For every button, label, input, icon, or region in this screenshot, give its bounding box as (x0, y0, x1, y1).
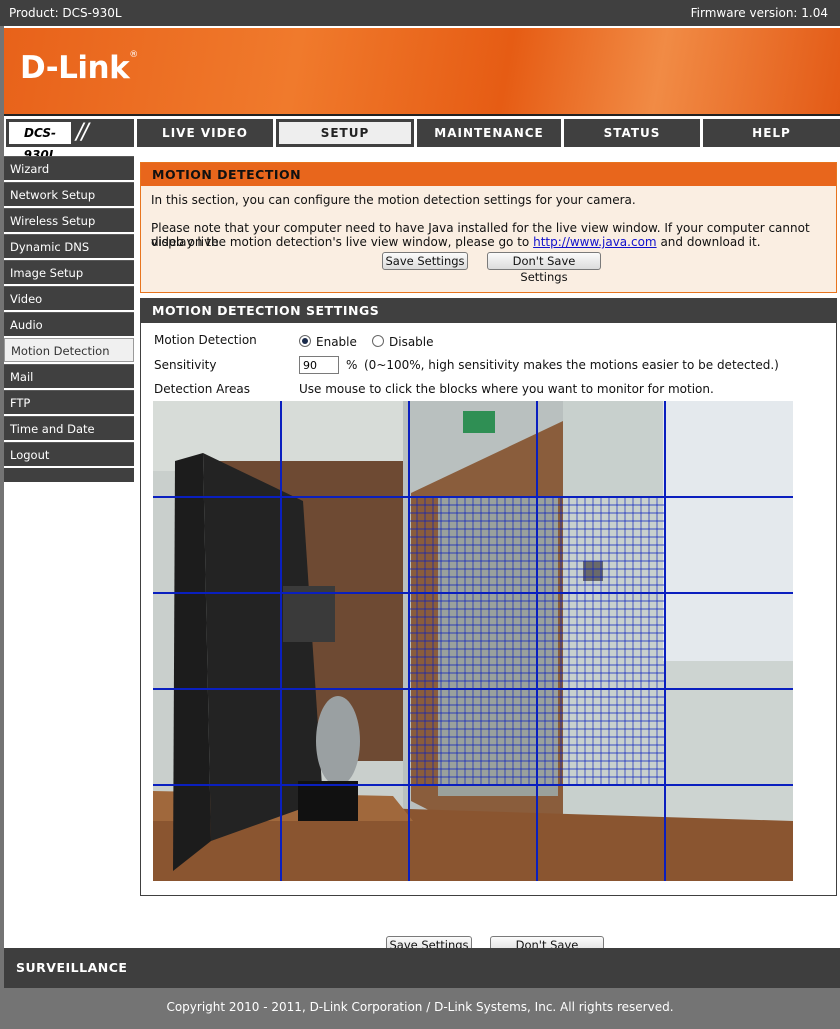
sidebar-item-logout[interactable]: Logout (4, 442, 134, 466)
tab-status[interactable]: STATUS (564, 119, 700, 147)
java-link[interactable]: http://www.java.com (533, 235, 657, 249)
tab-maintenance-label: MAINTENANCE (434, 126, 544, 140)
slash-decoration: // (76, 120, 89, 145)
save-settings-button-top[interactable]: Save Settings (382, 252, 468, 270)
dont-save-settings-button-top[interactable]: Don't Save Settings (487, 252, 601, 284)
sidebar-item-wireless-setup[interactable]: Wireless Setup (4, 208, 134, 232)
panel-title: MOTION DETECTION (141, 163, 836, 186)
enable-radio[interactable] (299, 335, 311, 347)
disable-label: Disable (389, 335, 434, 349)
tab-setup[interactable]: SETUP (276, 119, 414, 147)
sidebar-item-dynamic-dns[interactable]: Dynamic DNS (4, 234, 134, 258)
sidebar-item-motion-detection[interactable]: Motion Detection (4, 338, 134, 362)
surveillance-label: SURVEILLANCE (16, 960, 128, 975)
model-name: DCS-930L (9, 122, 71, 162)
sidebar-item-wizard[interactable]: Wizard (4, 156, 134, 180)
firmware-label: Firmware version: 1.04 (690, 6, 828, 20)
tab-help[interactable]: HELP (703, 119, 840, 147)
java-note-post: and download it. (660, 235, 761, 249)
sidebar-item-ftp[interactable]: FTP (4, 390, 134, 414)
intro-text: In this section, you can configure the m… (151, 193, 636, 207)
model-badge: DCS-930L // (6, 119, 134, 162)
surveillance-bar: SURVEILLANCE (4, 948, 840, 988)
motion-detection-panel: MOTION DETECTION In this section, you ca… (140, 162, 837, 293)
sensitivity-unit: % (346, 358, 358, 372)
page-frame: D-Link® DCS-930L // LIVE VIDEO SETUP MAI… (4, 26, 840, 988)
java-note-pre: video on the motion detection's live vie… (151, 235, 530, 249)
sensitivity-label: Sensitivity (154, 358, 217, 372)
sensitivity-input[interactable] (299, 356, 339, 374)
live-view-detection-grid[interactable] (153, 401, 793, 881)
sensitivity-hint: (0~100%, high sensitivity makes the moti… (364, 358, 779, 372)
tab-status-label: STATUS (603, 126, 661, 140)
top-info-bar: Product: DCS-930L Firmware version: 1.04 (0, 0, 840, 26)
java-note-line2: video on the motion detection's live vie… (151, 235, 831, 249)
enable-label: Enable (316, 335, 357, 349)
motion-detection-settings-panel: MOTION DETECTION SETTINGS Motion Detecti… (140, 298, 837, 896)
tab-maintenance[interactable]: MAINTENANCE (417, 119, 561, 147)
sidebar-item-audio[interactable]: Audio (4, 312, 134, 336)
motion-detection-label: Motion Detection (154, 333, 257, 347)
tab-live-video[interactable]: LIVE VIDEO (137, 119, 273, 147)
copyright-text: Copyright 2010 - 2011, D-Link Corporatio… (166, 1000, 674, 1014)
disable-radio[interactable] (372, 335, 384, 347)
logo-text: D-Link (20, 50, 130, 86)
main-nav: DCS-930L // LIVE VIDEO SETUP MAINTENANCE… (4, 116, 840, 162)
sidebar-item-video[interactable]: Video (4, 286, 134, 310)
sidebar-item-mail[interactable]: Mail (4, 364, 134, 388)
tab-help-label: HELP (752, 126, 791, 140)
product-label: Product: DCS-930L (9, 6, 122, 20)
sidebar: Wizard Network Setup Wireless Setup Dyna… (4, 156, 134, 482)
tab-setup-label: SETUP (279, 122, 411, 144)
header-banner: D-Link® (4, 28, 840, 116)
registered-mark: ® (129, 50, 138, 60)
sidebar-item-time-and-date[interactable]: Time and Date (4, 416, 134, 440)
tab-live-video-label: LIVE VIDEO (162, 126, 248, 140)
dlink-logo[interactable]: D-Link® (20, 50, 138, 86)
settings-panel-title: MOTION DETECTION SETTINGS (141, 299, 836, 323)
sidebar-item-image-setup[interactable]: Image Setup (4, 260, 134, 284)
sidebar-item-network-setup[interactable]: Network Setup (4, 182, 134, 206)
detection-areas-hint: Use mouse to click the blocks where you … (299, 382, 714, 396)
detection-areas-label: Detection Areas (154, 382, 250, 396)
sidebar-footer (4, 468, 134, 482)
